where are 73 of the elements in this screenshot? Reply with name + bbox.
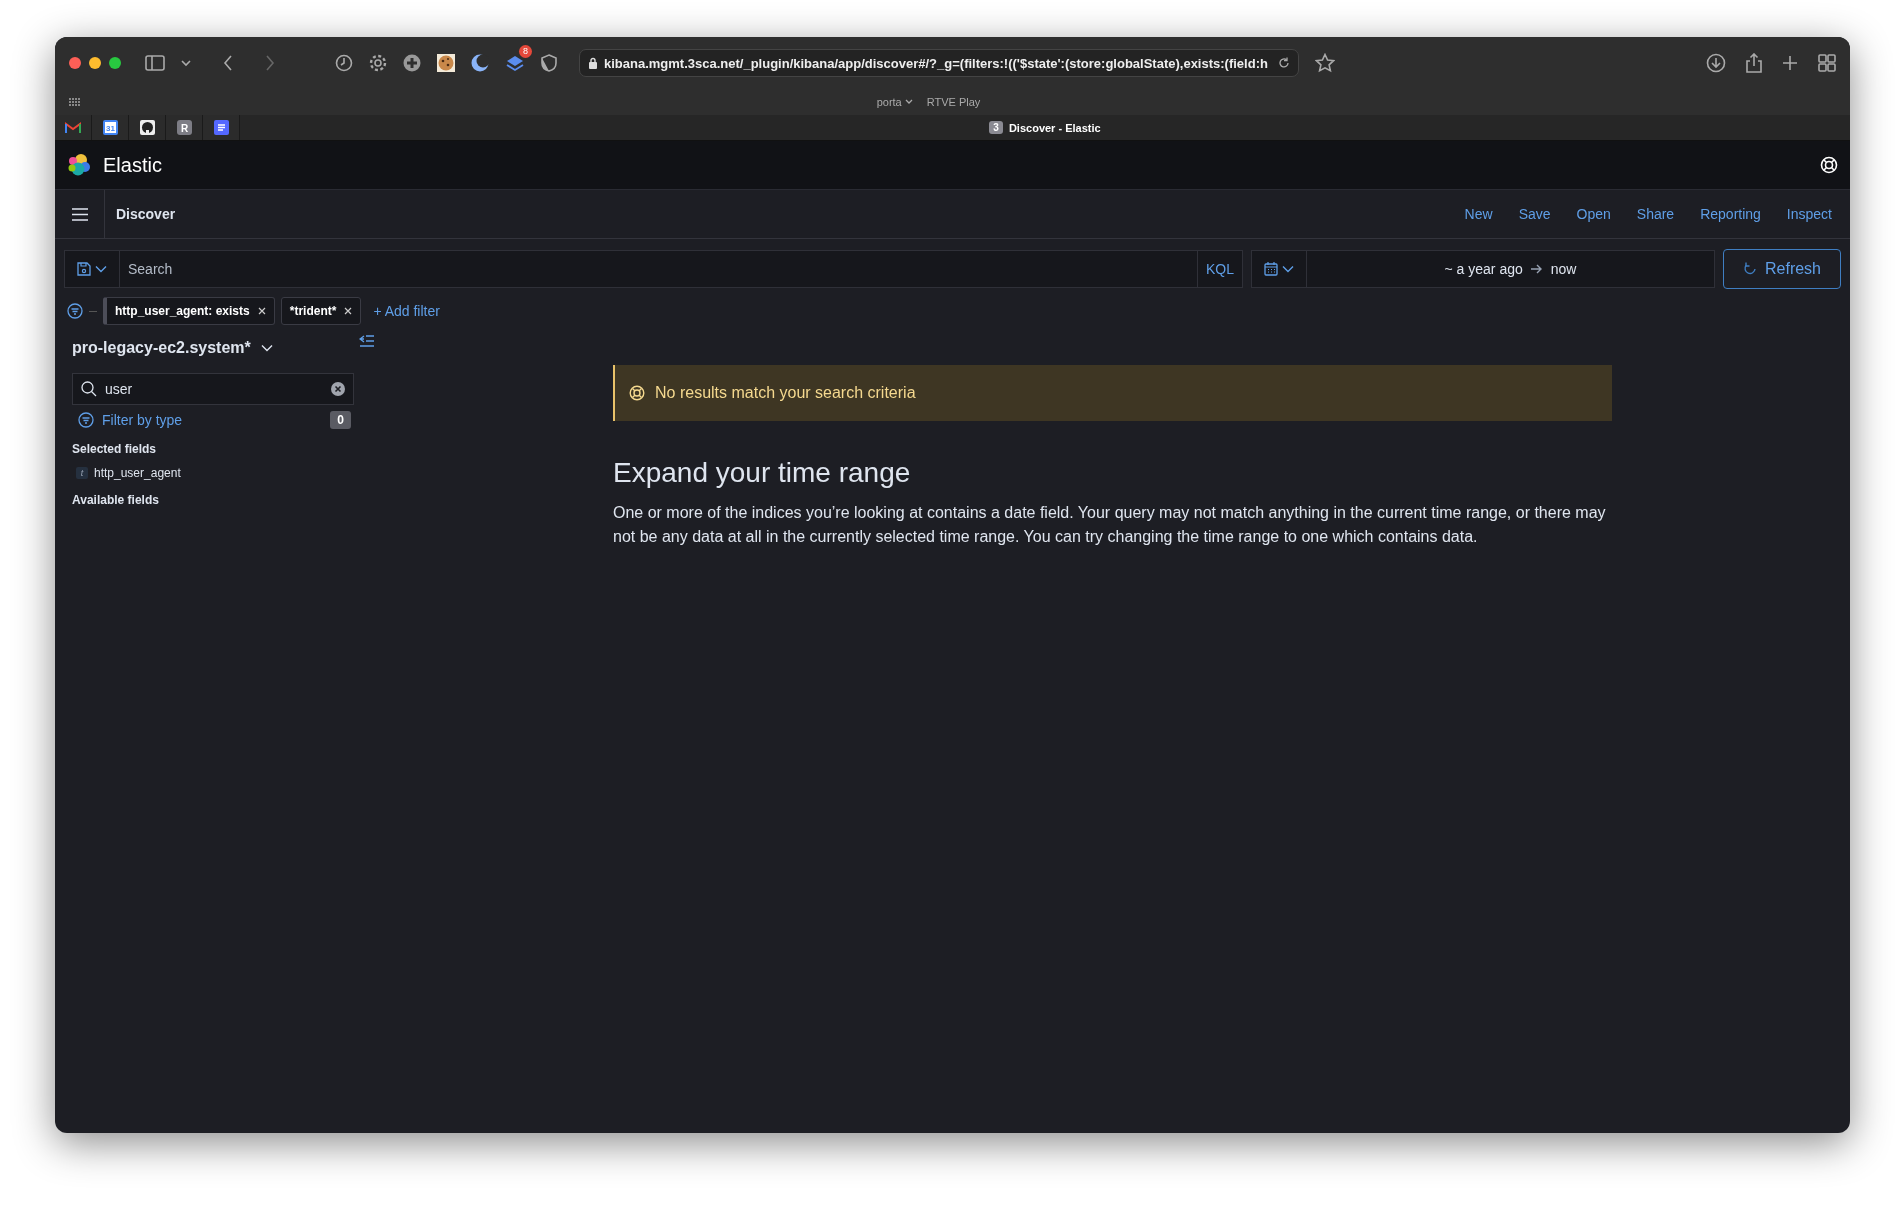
filter-icon[interactable] bbox=[67, 303, 83, 319]
url-text: kibana.mgmt.3sca.net/_plugin/kibana/app/discover#/?_g=(filters:!(('$state':(store:globalState),exists:(field:h bbox=[604, 55, 1269, 71]
window-control-button[interactable] bbox=[109, 57, 121, 69]
heading: Expand your time range bbox=[613, 457, 912, 489]
help-icon[interactable] bbox=[1820, 156, 1838, 174]
window-control-button[interactable] bbox=[69, 57, 81, 69]
filter-count: 0 bbox=[330, 411, 351, 429]
section-title: Selected fields bbox=[72, 442, 158, 456]
nav-link[interactable]: Reporting bbox=[1700, 206, 1761, 222]
share-icon[interactable] bbox=[1746, 53, 1762, 73]
index-pattern-selector[interactable]: pro-legacy-ec2.system* bbox=[72, 339, 355, 357]
address-bar[interactable]: kibana.mgmt.3sca.net/_plugin/kibana/app/discover#/?_g=(filters:!(('$state':(store:globalState),exists:(field:h bbox=[579, 49, 1299, 77]
clock-icon[interactable] bbox=[335, 54, 353, 72]
layers-icon[interactable] bbox=[505, 54, 525, 72]
arrow-right-icon bbox=[1530, 264, 1543, 274]
lock-icon bbox=[588, 57, 598, 69]
nav-link[interactable]: New bbox=[1464, 206, 1493, 222]
letter-icon[interactable]: R bbox=[176, 120, 192, 135]
help-icon bbox=[629, 385, 645, 401]
callout-title: No results match your search criteria bbox=[655, 384, 916, 402]
forward-icon bbox=[265, 55, 275, 71]
tab-overview-icon[interactable] bbox=[1818, 54, 1836, 72]
search-icon bbox=[81, 381, 97, 397]
chevron-down-icon[interactable] bbox=[181, 59, 191, 67]
breadcrumb[interactable]: Discover bbox=[116, 206, 1465, 222]
chevron-down-icon bbox=[904, 99, 913, 105]
star-icon[interactable] bbox=[1315, 53, 1335, 73]
field-name[interactable]: http_user_agent bbox=[94, 466, 181, 480]
chevron-down-icon bbox=[260, 344, 273, 352]
brand-name: Elastic bbox=[103, 153, 163, 177]
nav-link[interactable]: Open bbox=[1576, 206, 1611, 222]
calendar-icon bbox=[1264, 262, 1278, 276]
calendar-icon[interactable]: 31 bbox=[102, 120, 118, 135]
section-title: Available fields bbox=[72, 493, 160, 507]
document-icon[interactable] bbox=[213, 120, 229, 135]
filter-pill[interactable]: http_user_agent: exists bbox=[103, 297, 275, 325]
nav-link[interactable]: Save bbox=[1518, 206, 1551, 222]
notification-badge: 8 bbox=[519, 45, 532, 58]
end-date-button[interactable]: now bbox=[1550, 261, 1577, 277]
clear-icon[interactable] bbox=[331, 382, 345, 396]
refresh-button[interactable]: Refresh bbox=[1723, 249, 1841, 289]
nav-link[interactable]: Inspect bbox=[1786, 206, 1832, 222]
filter-by-type-button[interactable]: Filter by type bbox=[78, 412, 183, 428]
back-icon[interactable] bbox=[223, 55, 233, 71]
moon-icon[interactable] bbox=[471, 54, 489, 72]
add-filter-link[interactable]: + Add filter bbox=[373, 303, 440, 319]
field-search-field[interactable]: user bbox=[72, 373, 354, 405]
close-icon[interactable] bbox=[257, 307, 266, 315]
paragraph: One or more of the indices you’re looking at contains a date field. Your query may not match anything in the current time range, or there may not be any data at all in the currently selected time range. You can try changing the time range to one which contains data. bbox=[613, 503, 1607, 547]
shield-icon[interactable] bbox=[541, 54, 557, 72]
mail-icon[interactable] bbox=[65, 121, 81, 134]
menu-icon bbox=[71, 207, 88, 221]
nav-link[interactable]: Share bbox=[1636, 206, 1675, 222]
collapse-icon[interactable] bbox=[359, 335, 375, 347]
tab-title[interactable]: Discover - Elastic bbox=[1008, 121, 1101, 134]
filter-pill[interactable]: *trident* bbox=[280, 297, 362, 325]
cluster-logo-icon bbox=[67, 153, 91, 177]
chevron-down-icon bbox=[1282, 265, 1294, 273]
reload-icon[interactable] bbox=[1278, 57, 1290, 69]
apps-grid-icon[interactable] bbox=[69, 97, 81, 107]
window-control-button[interactable] bbox=[89, 57, 101, 69]
cookie-icon[interactable] bbox=[437, 54, 455, 72]
sidebar-icon[interactable] bbox=[145, 55, 165, 71]
favorite-link[interactable]: porta bbox=[876, 96, 913, 108]
refresh-icon bbox=[1743, 262, 1757, 276]
favorite-link[interactable]: RTVE Play bbox=[926, 96, 981, 108]
filter-icon bbox=[78, 412, 94, 428]
start-date-button[interactable]: ~ a year ago bbox=[1444, 261, 1523, 277]
plus-icon[interactable] bbox=[1782, 55, 1798, 71]
field-type-icon: t bbox=[76, 467, 88, 479]
tab-count: 3 bbox=[989, 121, 1003, 134]
download-icon[interactable] bbox=[1706, 53, 1726, 73]
close-icon[interactable] bbox=[344, 307, 353, 315]
